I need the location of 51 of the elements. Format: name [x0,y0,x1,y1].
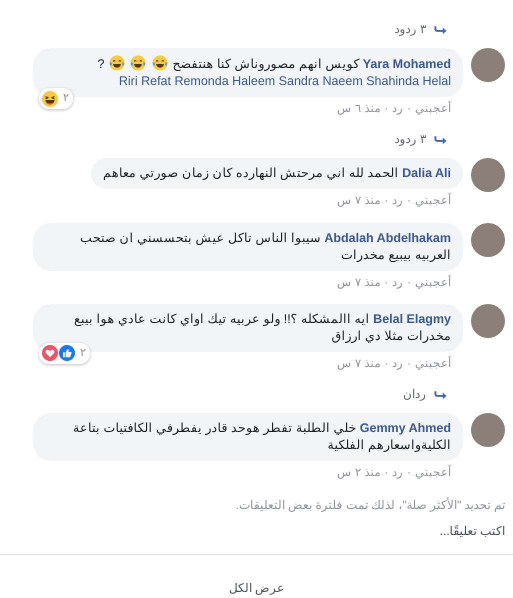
separator-dot: · [407,103,411,115]
author-link[interactable]: Abdalah Abdelhakam [324,230,451,244]
avatar-photo[interactable] [471,158,505,192]
laughing-face-icon [42,90,58,106]
like-link[interactable]: أعجبني [415,276,451,288]
laughing-tears-icon [152,55,168,71]
timestamp[interactable]: منذ ٢ س [336,467,380,479]
like-link[interactable]: أعجبني [415,103,451,115]
laughing-tears-icon [130,55,146,71]
author-link[interactable]: Gemmy Ahmed [360,421,451,435]
separator-dot: · [384,103,388,115]
replies-link[interactable]: ٣ ردود [394,20,447,38]
tagged-names-link[interactable]: Riri Refat Remonda Haleem Sandra Naeem Shahinda Helal [118,74,451,88]
like-link[interactable]: أعجبني [415,195,451,208]
author-link[interactable]: Yara Mohamed [362,57,451,71]
avatar-photo[interactable] [471,413,505,447]
like-link[interactable]: أعجبني [415,358,451,370]
reply-link[interactable]: رد [392,195,404,208]
replies-link[interactable]: ردان [403,385,447,403]
write-comment-link[interactable]: اكتب تعليقًا... [432,514,513,554]
separator-dot: · [407,358,411,370]
reply-link[interactable]: رد [392,358,404,370]
view-all-link[interactable]: عرض الكل [228,581,284,596]
avatar-photo[interactable] [471,222,505,256]
reaction-count: ٢ [80,346,86,361]
avatar-photo[interactable] [471,48,505,82]
separator-dot: · [407,276,411,288]
reactions-badge[interactable]: ٢ [39,342,90,364]
replies-link[interactable]: ٣ ردود [394,130,447,148]
laughing-tears-icon [108,55,125,71]
separator-dot: · [407,195,411,208]
separator-dot: · [384,276,388,288]
timestamp[interactable]: منذ ٧ س [336,276,380,288]
reply-link[interactable]: رد [392,276,404,288]
avatar-photo[interactable] [471,304,505,338]
separator-dot: · [384,467,388,479]
separator-dot: · [384,358,388,370]
reaction-count: ٢ [63,91,69,106]
reply-link[interactable]: رد [392,103,404,115]
separator-dot: · [407,467,411,479]
separator-dot: · [384,195,388,208]
filter-notice: تم تحديد "الأكثر صلة"، لذلك تمت فلترة بعض التعليقات. [234,496,506,514]
timestamp[interactable]: منذ ٦ س [336,103,380,115]
reactions-badge[interactable]: ٢ [39,88,73,109]
author-link[interactable]: Belal Elagmy [373,312,451,326]
timestamp[interactable]: منذ ٧ س [336,195,380,208]
thumbs-up-icon [59,345,75,362]
reply-link[interactable]: رد [392,467,404,479]
timestamp[interactable]: منذ ٧ س [336,358,380,370]
like-link[interactable]: أعجبني [415,467,451,479]
author-link[interactable]: Dalia Ali [402,166,451,180]
